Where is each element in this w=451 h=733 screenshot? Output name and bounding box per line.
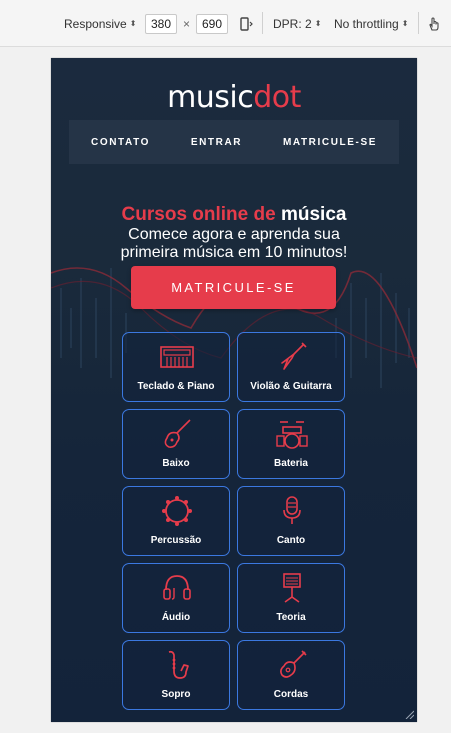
- hero-subtitle: Comece agora e aprenda sua primeira músi…: [120, 226, 348, 261]
- course-card-teoria[interactable]: Teoria: [237, 563, 345, 633]
- drums-icon: [276, 421, 308, 449]
- course-label: Violão & Guitarra: [250, 381, 332, 392]
- course-card-percussao[interactable]: Percussão: [122, 486, 230, 556]
- course-card-cordas[interactable]: Cordas: [237, 640, 345, 710]
- height-input[interactable]: 690: [196, 13, 229, 34]
- course-card-audio[interactable]: Áudio: [122, 563, 230, 633]
- guitar-icon: [281, 342, 307, 370]
- hero-headline: Cursos online de música: [121, 204, 347, 225]
- course-label: Teclado & Piano: [137, 381, 215, 392]
- dimension-separator: ×: [183, 16, 191, 31]
- devtools-toolbar: Responsive ⬍ 380 × 690 DPR: 2 ⬍ No throttl…: [0, 0, 451, 47]
- chevron-updown-icon: ⬍: [129, 19, 137, 28]
- course-label: Cordas: [273, 689, 309, 700]
- bass-icon: [164, 419, 191, 448]
- course-label: Áudio: [161, 612, 191, 623]
- nav-contato[interactable]: CONTATO: [91, 137, 150, 148]
- device-select[interactable]: Responsive ⬍: [64, 0, 136, 47]
- nav-entrar[interactable]: ENTRAR: [191, 137, 242, 148]
- chevron-updown-icon: ⬍: [401, 19, 409, 28]
- microphone-icon: [283, 496, 301, 524]
- course-card-teclado[interactable]: Teclado & Piano: [122, 332, 230, 402]
- chevron-updown-icon: ⬍: [314, 19, 322, 28]
- course-card-sopro[interactable]: Sopro: [122, 640, 230, 710]
- nav-matricule[interactable]: MATRICULE-SE: [283, 137, 377, 148]
- rotate-icon[interactable]: [238, 0, 254, 47]
- music-stand-icon: [283, 573, 301, 603]
- course-label: Sopro: [161, 689, 191, 700]
- width-input[interactable]: 380: [145, 13, 178, 34]
- device-viewport: musicdot CONTATO ENTRAR MATRICULE-SE Cur…: [51, 58, 417, 722]
- saxophone-icon: [168, 650, 189, 679]
- device-label: Responsive: [64, 16, 127, 31]
- ukulele-icon: [280, 650, 307, 678]
- course-card-baixo[interactable]: Baixo: [122, 409, 230, 479]
- course-label: Bateria: [274, 458, 308, 469]
- keyboard-icon: [160, 346, 194, 368]
- headphones-icon: [163, 575, 191, 600]
- throttling-select[interactable]: No throttling ⬍: [334, 0, 408, 47]
- course-label: Baixo: [162, 458, 190, 469]
- course-label: Canto: [276, 535, 306, 546]
- throttling-label: No throttling: [334, 16, 399, 31]
- enroll-button[interactable]: MATRICULE-SE: [131, 266, 336, 309]
- course-card-canto[interactable]: Canto: [237, 486, 345, 556]
- dpr-label: DPR: 2: [273, 16, 312, 31]
- touch-icon[interactable]: [426, 0, 442, 47]
- course-label: Percussão: [150, 535, 202, 546]
- tambourine-icon: [162, 496, 192, 526]
- dpr-select[interactable]: DPR: 2 ⬍: [273, 0, 321, 47]
- site-logo[interactable]: musicdot: [51, 80, 417, 115]
- course-card-violao[interactable]: Violão & Guitarra: [237, 332, 345, 402]
- resize-handle-icon[interactable]: [404, 709, 414, 719]
- course-label: Teoria: [276, 612, 306, 623]
- main-nav: CONTATO ENTRAR MATRICULE-SE: [69, 120, 399, 164]
- course-card-bateria[interactable]: Bateria: [237, 409, 345, 479]
